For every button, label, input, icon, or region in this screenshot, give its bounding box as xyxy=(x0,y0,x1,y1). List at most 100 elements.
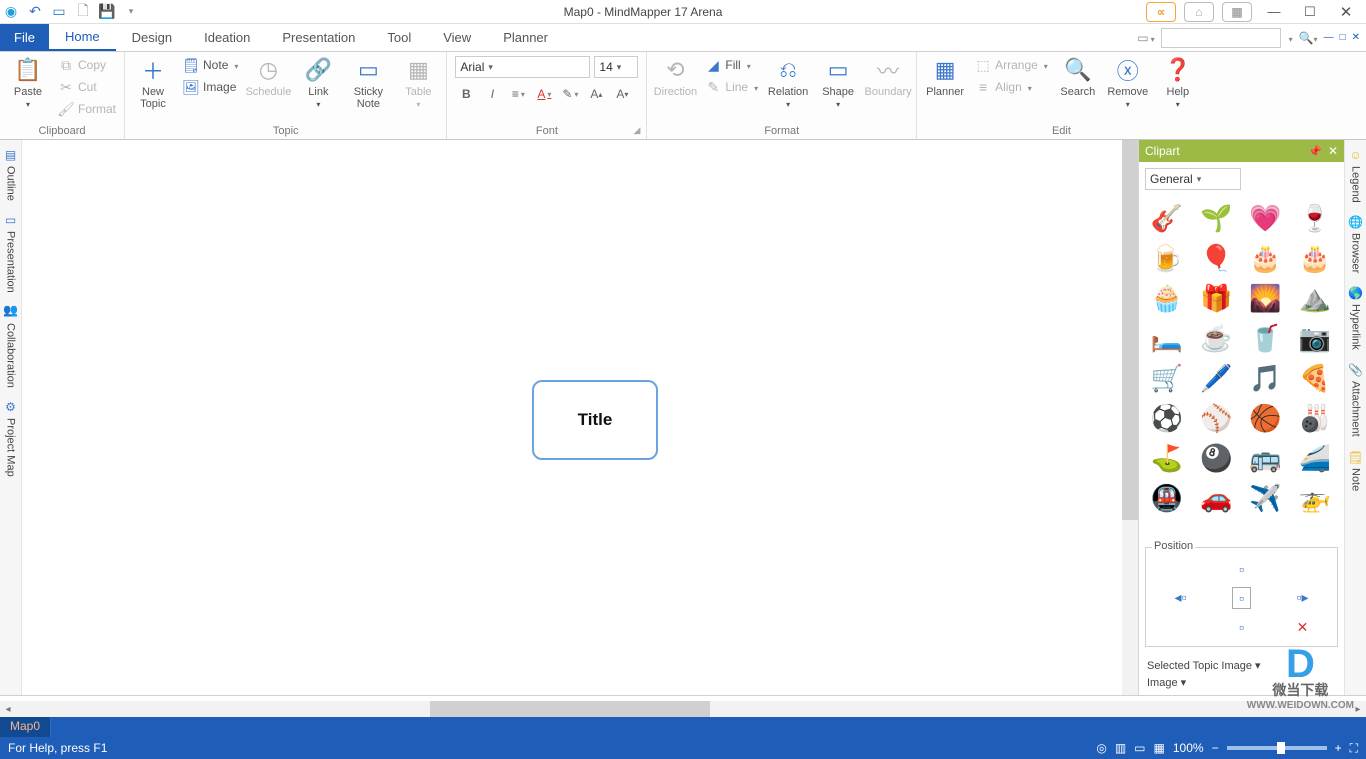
bold-button[interactable]: B xyxy=(455,84,477,104)
shrink-font-button[interactable]: A▾ xyxy=(611,84,633,104)
clipart-soccer[interactable]: ⚽ xyxy=(1147,400,1187,436)
tab-view[interactable]: View xyxy=(427,24,487,51)
image-button[interactable]: 🖼Image xyxy=(179,76,242,98)
qat-window-icon[interactable]: ▭ xyxy=(50,3,68,21)
share-button[interactable]: ∝ xyxy=(1146,2,1176,22)
canvas[interactable]: Title xyxy=(22,140,1138,695)
clipart-heart[interactable]: 💗 xyxy=(1246,200,1286,236)
grow-font-button[interactable]: A▴ xyxy=(585,84,607,104)
pos-right[interactable]: ▫▸ xyxy=(1297,589,1309,606)
status-icon-4[interactable]: ▦ xyxy=(1154,741,1165,755)
pos-left[interactable]: ◂▫ xyxy=(1175,589,1187,606)
rail-browser[interactable]: 🌐Browser xyxy=(1349,215,1363,274)
qat-undo-icon[interactable]: ↶ xyxy=(26,3,44,21)
clipart-category-select[interactable]: General xyxy=(1145,168,1241,190)
vscroll-thumb[interactable] xyxy=(1122,140,1138,520)
clipart-golf[interactable]: ⛳ xyxy=(1147,440,1187,476)
clipart-guitar[interactable]: 🎸 xyxy=(1147,200,1187,236)
status-icon-2[interactable]: ▥ xyxy=(1115,741,1126,755)
image-menu[interactable]: Image ▾ xyxy=(1147,674,1336,691)
hscroll-thumb[interactable] xyxy=(430,701,710,717)
rail-collaboration[interactable]: 👥Collaboration xyxy=(4,305,18,388)
clipart-train[interactable]: 🚄 xyxy=(1295,440,1335,476)
search-dropdown[interactable] xyxy=(1287,31,1293,45)
clipart-baseball[interactable]: ⚾ xyxy=(1196,400,1236,436)
home-button[interactable]: ⌂ xyxy=(1184,2,1214,22)
arrange-button[interactable]: ⬚Arrange xyxy=(971,54,1052,76)
link-button[interactable]: 🔗Link▾ xyxy=(294,54,342,120)
shape-button[interactable]: ▭Shape▾ xyxy=(814,54,862,120)
clipart-basketball[interactable]: 🏀 xyxy=(1246,400,1286,436)
clipart-cake2[interactable]: 🎂 xyxy=(1295,240,1335,276)
format-painter-button[interactable]: 🖌Format xyxy=(54,98,120,120)
clipart-pen[interactable]: 🖊️ xyxy=(1196,360,1236,396)
align-button[interactable]: ≡ xyxy=(507,84,529,104)
zoom-level[interactable]: 100% xyxy=(1173,741,1204,755)
pos-bottom[interactable]: ▫ xyxy=(1239,619,1244,635)
planner-button[interactable]: ▦Planner xyxy=(921,54,969,120)
minimize-button[interactable]: — xyxy=(1260,1,1288,23)
font-color-button[interactable]: A xyxy=(533,84,555,104)
mini-close-icon[interactable]: ✕ xyxy=(1352,32,1360,43)
clipart-wine[interactable]: 🍷 xyxy=(1295,200,1335,236)
note-button[interactable]: 🗒Note xyxy=(179,54,242,76)
sticky-note-button[interactable]: ▭Sticky Note xyxy=(344,54,392,120)
selected-topic-image[interactable]: Selected Topic Image ▾ xyxy=(1147,657,1336,674)
clipart-bed[interactable]: 🛏️ xyxy=(1147,320,1187,356)
collapse-ribbon-icon[interactable]: ▭ xyxy=(1137,31,1154,45)
tab-presentation[interactable]: Presentation xyxy=(266,24,371,51)
doc-tab-map0[interactable]: Map0 xyxy=(0,717,51,737)
clipart-pool[interactable]: 🎱 xyxy=(1196,440,1236,476)
rail-outline[interactable]: ▤Outline xyxy=(4,148,18,201)
clipart-camera[interactable]: 📷 xyxy=(1295,320,1335,356)
status-icon-3[interactable]: ▭ xyxy=(1134,741,1145,755)
table-button[interactable]: ▦Table▾ xyxy=(394,54,442,120)
rail-legend[interactable]: ☺Legend xyxy=(1349,148,1363,203)
rail-project-map[interactable]: ⚙Project Map xyxy=(4,400,18,477)
italic-button[interactable]: I xyxy=(481,84,503,104)
line-button[interactable]: ✎Line xyxy=(701,76,762,98)
new-topic-button[interactable]: ＋New Topic xyxy=(129,54,177,120)
clipart-sunrise[interactable]: 🌄 xyxy=(1246,280,1286,316)
search-button[interactable]: 🔍Search xyxy=(1054,54,1102,120)
fill-button[interactable]: ◢Fill xyxy=(701,54,762,76)
tab-home[interactable]: Home xyxy=(49,24,116,51)
clipart-cake[interactable]: 🎂 xyxy=(1246,240,1286,276)
rail-hyperlink[interactable]: 🌎Hyperlink xyxy=(1349,286,1363,351)
copy-button[interactable]: ⧉Copy xyxy=(54,54,120,76)
clipart-mountain[interactable]: ⛰️ xyxy=(1295,280,1335,316)
rail-note[interactable]: 🗒Note xyxy=(1349,449,1363,491)
clipart-car[interactable]: 🚗 xyxy=(1196,480,1236,516)
fit-button[interactable]: ⛶ xyxy=(1350,741,1358,756)
root-node[interactable]: Title xyxy=(532,380,658,460)
panel-close-icon[interactable]: ✕ xyxy=(1328,144,1338,158)
clipart-cupcake[interactable]: 🧁 xyxy=(1147,280,1187,316)
canvas-vscroll[interactable] xyxy=(1122,140,1138,695)
remove-button[interactable]: ⓧRemove▾ xyxy=(1104,54,1152,120)
boundary-button[interactable]: 〰Boundary xyxy=(864,54,912,120)
help-button[interactable]: ❓Help▾ xyxy=(1154,54,1202,120)
clipart-bus[interactable]: 🚌 xyxy=(1246,440,1286,476)
qat-dropdown-icon[interactable]: ▾ xyxy=(122,3,140,21)
tab-tool[interactable]: Tool xyxy=(371,24,427,51)
zoom-knob[interactable] xyxy=(1277,742,1285,754)
paste-button[interactable]: 📋Paste▾ xyxy=(4,54,52,120)
pos-top[interactable]: ▫ xyxy=(1239,561,1244,577)
font-dialog-launcher[interactable]: ◢ xyxy=(633,125,640,136)
pos-delete[interactable]: ✕ xyxy=(1297,619,1309,636)
ribbon-search[interactable] xyxy=(1161,28,1281,48)
zoom-in-button[interactable]: + xyxy=(1335,741,1342,755)
pin-icon[interactable]: 📌 xyxy=(1308,145,1322,158)
align-button[interactable]: ≡Align xyxy=(971,76,1052,98)
highlight-button[interactable]: ✎ xyxy=(559,84,581,104)
relation-button[interactable]: ⎌Relation▾ xyxy=(764,54,812,120)
qat-new-icon[interactable]: 🗋 xyxy=(74,3,92,21)
clipart-pizza[interactable]: 🍕 xyxy=(1295,360,1335,396)
hscroll-right[interactable]: ▸ xyxy=(1350,704,1366,715)
status-icon-1[interactable]: ◎ xyxy=(1096,741,1106,755)
rail-attachment[interactable]: 📎Attachment xyxy=(1349,362,1363,436)
clipart-metro[interactable]: 🚇 xyxy=(1147,480,1187,516)
font-size-select[interactable]: 14 xyxy=(594,56,638,78)
clipart-drink[interactable]: 🥤 xyxy=(1246,320,1286,356)
canvas-hscroll[interactable]: ◂ ▸ xyxy=(0,701,1366,717)
